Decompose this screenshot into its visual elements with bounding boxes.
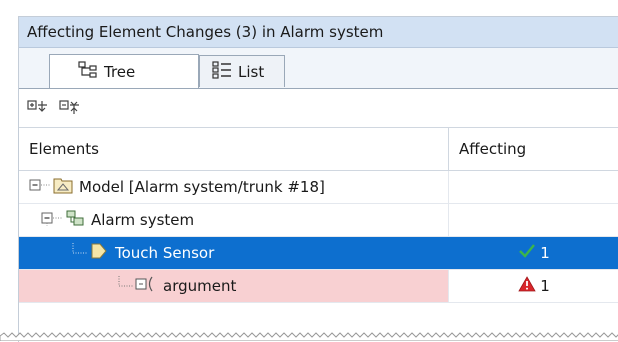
- element-cell: argument: [19, 270, 449, 302]
- panel-title-bar: Affecting Element Changes (3) in Alarm s…: [19, 17, 618, 48]
- tree-row-alarm-system[interactable]: Alarm system: [19, 204, 618, 237]
- affecting-cell: 1: [449, 237, 618, 269]
- tab-strip: Tree List: [19, 48, 618, 89]
- tree-connector: [71, 243, 89, 263]
- block-icon: [65, 209, 85, 231]
- element-label: argument: [163, 277, 237, 295]
- list-icon: [212, 60, 232, 83]
- expand-all-icon[interactable]: [27, 97, 49, 119]
- tree-row-model[interactable]: Model [Alarm system/trunk #18]: [19, 171, 618, 204]
- tree-row-touch-sensor[interactable]: Touch Sensor 1: [19, 237, 618, 270]
- affecting-count: 1: [540, 277, 550, 295]
- element-label: Alarm system: [91, 211, 195, 229]
- element-label: Touch Sensor: [115, 244, 215, 262]
- column-header-elements[interactable]: Elements: [19, 128, 449, 170]
- tree-connector: [117, 276, 135, 296]
- affecting-changes-panel: Affecting Element Changes (3) in Alarm s…: [18, 16, 618, 342]
- collapse-toggle-icon[interactable]: [41, 210, 65, 230]
- tab-list-label: List: [238, 62, 265, 81]
- port-icon: [89, 242, 109, 264]
- torn-edge: [0, 332, 618, 341]
- tab-list[interactable]: List: [199, 55, 285, 87]
- column-header-affecting[interactable]: Affecting: [449, 128, 618, 170]
- affecting-cell: 1: [449, 270, 618, 302]
- toolbar: [19, 89, 618, 127]
- element-label: Model [Alarm system/trunk #18]: [79, 178, 325, 196]
- affecting-count: 1: [540, 244, 550, 262]
- element-cell: Model [Alarm system/trunk #18]: [19, 171, 449, 203]
- parameter-icon: [135, 275, 157, 297]
- tab-tree-label: Tree: [104, 62, 136, 81]
- model-package-icon: [53, 176, 73, 198]
- collapse-all-icon[interactable]: [59, 97, 81, 119]
- collapse-toggle-icon[interactable]: [29, 177, 53, 197]
- tab-tree[interactable]: Tree: [49, 54, 199, 88]
- table-header: Elements Affecting: [19, 127, 618, 171]
- warning-icon: [518, 276, 536, 296]
- element-cell: Alarm system: [19, 204, 449, 236]
- tree-row-argument[interactable]: argument 1: [19, 270, 618, 303]
- affecting-cell: [449, 204, 618, 236]
- element-cell: Touch Sensor: [19, 237, 449, 269]
- panel-title: Affecting Element Changes (3) in Alarm s…: [27, 23, 384, 41]
- check-icon: [518, 243, 536, 263]
- affecting-cell: [449, 171, 618, 203]
- tree-icon: [78, 60, 98, 83]
